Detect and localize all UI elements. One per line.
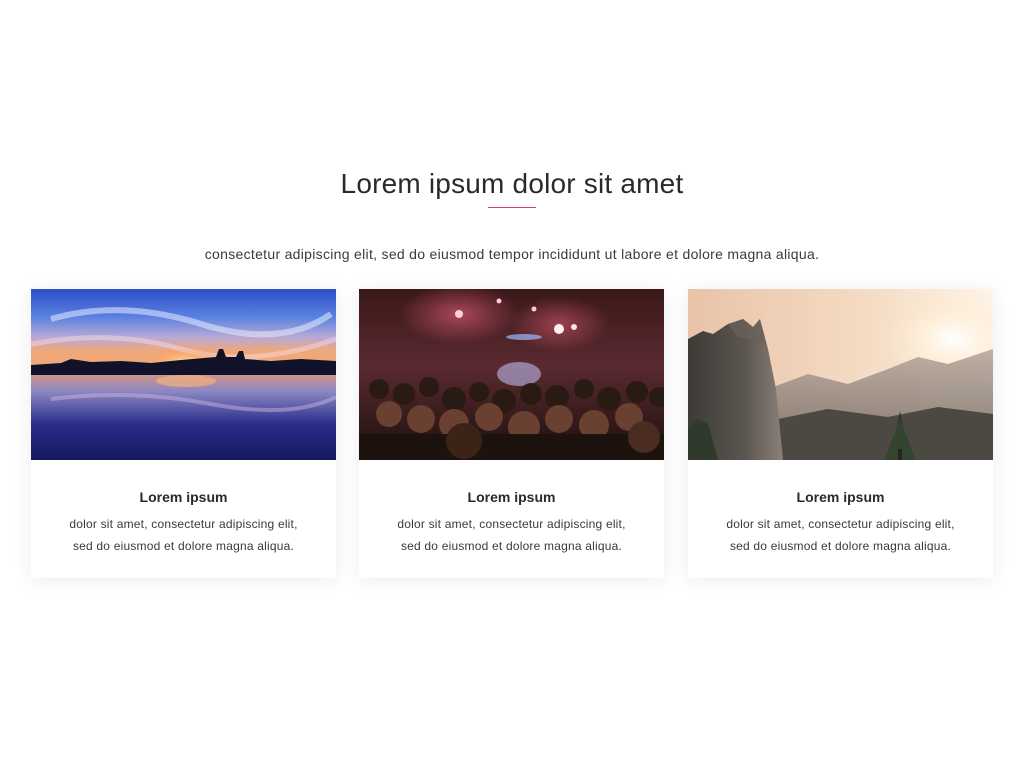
card-title: Lorem ipsum xyxy=(467,489,556,505)
feature-card-3[interactable]: Lorem ipsum dolor sit amet, consectetur … xyxy=(688,289,993,578)
card-description-line: dolor sit amet, consectetur adipiscing e… xyxy=(69,517,298,531)
sunset-lake-photo xyxy=(31,289,336,460)
card-title: Lorem ipsum xyxy=(796,489,885,505)
card-description-line: sed do eiusmod et dolore magna aliqua. xyxy=(72,539,295,553)
section-title: Lorem ipsum dolor sit amet xyxy=(340,168,684,199)
card-description: dolor sit amet, consectetur adipiscing e… xyxy=(359,513,664,557)
feature-card-1[interactable]: Lorem ipsum dolor sit amet, consectetur … xyxy=(31,289,336,578)
card-description-line: dolor sit amet, consectetur adipiscing e… xyxy=(726,517,955,531)
feature-section: Lorem ipsum dolor sit amet consectetur a… xyxy=(0,0,1024,768)
card-description-line: sed do eiusmod et dolore magna aliqua. xyxy=(400,539,623,553)
card-description: dolor sit amet, consectetur adipiscing e… xyxy=(31,513,336,557)
card-description-line: dolor sit amet, consectetur adipiscing e… xyxy=(397,517,626,531)
title-underline-divider xyxy=(488,207,536,208)
concert-crowd-photo xyxy=(359,289,664,460)
feature-card-2[interactable]: Lorem ipsum dolor sit amet, consectetur … xyxy=(359,289,664,578)
mountain-cliff-photo xyxy=(688,289,993,460)
card-description-line: sed do eiusmod et dolore magna aliqua. xyxy=(729,539,952,553)
card-description: dolor sit amet, consectetur adipiscing e… xyxy=(688,513,993,557)
card-title: Lorem ipsum xyxy=(139,489,228,505)
section-subtitle: consectetur adipiscing elit, sed do eius… xyxy=(204,246,820,262)
